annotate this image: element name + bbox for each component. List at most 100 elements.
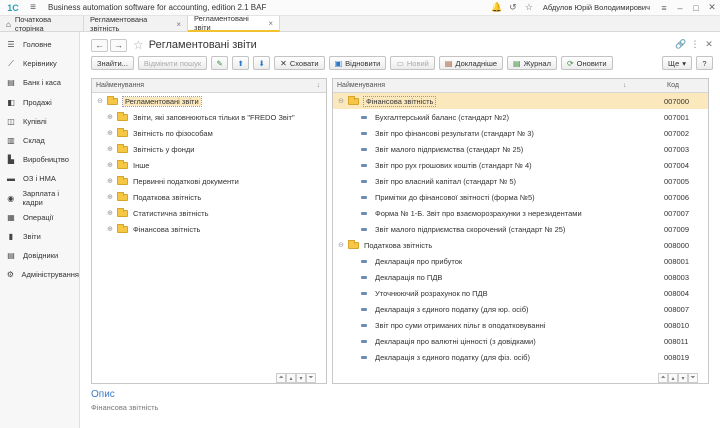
report-row[interactable]: Звіт малого підприємства (стандарт № 25)…	[333, 141, 708, 157]
report-row[interactable]: Звіт малого підприємства скорочений (ста…	[333, 221, 708, 237]
tree-row[interactable]: ⊕ Звіти, які заповнюються тільки в "FREDO…	[92, 109, 326, 125]
tab-reg-reports[interactable]: Регламентовані звіти ×	[188, 14, 280, 32]
forward-button[interactable]: →	[110, 38, 127, 52]
report-row[interactable]: Звіт про рух грошових коштів (стандарт №…	[333, 157, 708, 173]
tree-row[interactable]: ⊕ Фінансова звітність	[92, 221, 326, 237]
tree-root-row[interactable]: ⊖ Регламентовані звіти	[92, 93, 326, 109]
minimize-icon[interactable]: –	[672, 3, 688, 13]
tree-row[interactable]: ⊕ Статистична звітність	[92, 205, 326, 221]
tree-row[interactable]: ⊕ Податкова звітність	[92, 189, 326, 205]
sidebar-item-manager[interactable]: ⟋ Керівнику	[0, 54, 79, 73]
tree-row[interactable]: ⊕ Інше	[92, 157, 326, 173]
report-row[interactable]: Примітки до фінансової звітності (форма …	[333, 189, 708, 205]
sidebar-item-purchases[interactable]: ◫ Купівлі	[0, 112, 79, 131]
scroll-down-button[interactable]: ▾	[678, 373, 688, 383]
help-button[interactable]: ?	[696, 56, 713, 70]
tree-row[interactable]: ⊕ Первинні податкові документи	[92, 173, 326, 189]
refresh-button[interactable]: ⟳ Оновити	[560, 56, 613, 70]
edit-button[interactable]: ✎	[211, 56, 229, 70]
cancel-search-button[interactable]: Відмінити пошук	[137, 56, 208, 70]
more-vertical-icon[interactable]: ⋮	[688, 39, 702, 50]
move-down-button[interactable]: ⬇	[253, 56, 271, 70]
user-name[interactable]: Абдулов Юрій Володимирович	[543, 3, 650, 12]
sidebar-item-operations[interactable]: ▦ Операції	[0, 208, 79, 227]
column-header-name[interactable]: Найменування	[92, 82, 144, 89]
tab-home[interactable]: ⌂ Початкова сторінка	[0, 15, 84, 33]
expand-icon[interactable]: ⊕	[106, 177, 114, 185]
find-button[interactable]: Знайти...	[91, 56, 134, 70]
scroll-top-button[interactable]: ⏶	[658, 373, 668, 383]
sidebar-item-sales[interactable]: ◧ Продажі	[0, 93, 79, 112]
back-button[interactable]: ←	[91, 38, 108, 52]
report-row[interactable]: Декларація по ПДВ 008003	[333, 269, 708, 285]
report-row[interactable]: Декларація про валютні цінності (з довід…	[333, 333, 708, 349]
group-row[interactable]: ⊖ Податкова звітність 008000	[333, 237, 708, 253]
move-up-button[interactable]: ⬆	[232, 56, 250, 70]
report-row[interactable]: Звіт про суми отриманих пільг в оподатко…	[333, 317, 708, 333]
sidebar-item-assets[interactable]: ▬ ОЗ і НМА	[0, 169, 79, 188]
link-icon[interactable]: 🔗	[674, 39, 688, 50]
history-icon[interactable]: ↺	[505, 2, 521, 13]
scroll-bottom-button[interactable]: ⏷	[306, 373, 316, 383]
scroll-up-button[interactable]: ▴	[668, 373, 678, 383]
hamburger-menu-icon[interactable]: ≡	[26, 2, 40, 13]
collapse-icon[interactable]: ⊖	[96, 97, 104, 105]
sidebar-item-bank[interactable]: ▤ Банк і каса	[0, 73, 79, 92]
expand-icon[interactable]: ⊕	[106, 113, 114, 121]
star-icon[interactable]: ☆	[521, 2, 537, 13]
column-header-name[interactable]: Найменування	[333, 82, 385, 89]
sidebar-item-reports[interactable]: ▮ Звіти	[0, 227, 79, 246]
sidebar-item-production[interactable]: ▙ Виробництво	[0, 150, 79, 169]
report-row[interactable]: Бухгалтерський баланс (стандарт №2) 00700…	[333, 109, 708, 125]
sidebar-item-warehouse[interactable]: ▥ Склад	[0, 131, 79, 150]
bell-icon[interactable]: 🔔	[489, 2, 505, 13]
details-button[interactable]: ▤ Докладніше	[438, 56, 504, 70]
report-row[interactable]: Декларація про прибуток 008001	[333, 253, 708, 269]
report-row[interactable]: Звіт про фінансові результати (стандарт …	[333, 125, 708, 141]
expand-icon[interactable]: ⊕	[106, 161, 114, 169]
sidebar-item-directories[interactable]: ▤ Довідники	[0, 246, 79, 265]
report-row[interactable]: Звіт про власний капітал (стандарт № 5) 0…	[333, 173, 708, 189]
report-row[interactable]: Декларація з єдиного податку (для фіз. о…	[333, 349, 708, 365]
maximize-icon[interactable]: □	[688, 3, 704, 13]
expand-icon[interactable]: ⊕	[106, 209, 114, 217]
close-icon[interactable]: ✕	[702, 39, 716, 50]
tree-row[interactable]: ⊕ Звітність по фізособам	[92, 125, 326, 141]
sidebar-item-salary[interactable]: ◉ Зарплата і кадри	[0, 189, 79, 208]
sort-arrow-icon[interactable]: ↓	[317, 82, 321, 89]
hide-button[interactable]: ✕ Сховати	[274, 56, 325, 70]
group-row[interactable]: ⊖ Фінансова звітність 007000	[333, 93, 708, 109]
report-row[interactable]: Декларація з єдиного податку (для юр. ос…	[333, 301, 708, 317]
scroll-top-button[interactable]: ⏶	[276, 373, 286, 383]
sort-arrow-icon[interactable]: ↓	[623, 82, 627, 89]
sidebar-item-admin[interactable]: ⚙ Адміністрування	[0, 265, 79, 284]
column-header-code[interactable]: Код	[667, 82, 679, 89]
close-icon[interactable]: ×	[176, 20, 181, 29]
restore-button[interactable]: ▣ Відновити	[328, 56, 387, 70]
close-icon[interactable]: ✕	[704, 2, 720, 13]
reports-list-panel: Найменування ↓ Код ⊖ Фінансова звітність 0…	[332, 78, 709, 384]
tab-reg-reporting[interactable]: Регламентована звітність ×	[84, 15, 188, 33]
expand-icon[interactable]: ⊕	[106, 145, 114, 153]
scroll-up-button[interactable]: ▴	[286, 373, 296, 383]
report-doc-icon	[361, 131, 367, 135]
collapse-icon[interactable]: ⊖	[337, 97, 345, 105]
collapse-icon[interactable]: ⊖	[337, 241, 345, 249]
new-button[interactable]: ▭ Новий	[390, 56, 435, 70]
expand-icon[interactable]: ⊕	[106, 225, 114, 233]
close-icon[interactable]: ×	[268, 19, 273, 28]
scroll-down-button[interactable]: ▾	[296, 373, 306, 383]
tree-row[interactable]: ⊕ Звітність у фонди	[92, 141, 326, 157]
journal-button[interactable]: ▤ Журнал	[507, 56, 557, 70]
expand-icon[interactable]: ⊕	[106, 129, 114, 137]
scroll-bottom-button[interactable]: ⏷	[688, 373, 698, 383]
favorite-star-icon[interactable]: ☆	[133, 38, 144, 52]
report-row[interactable]: Форма № 1-Б. Звіт про взаєморозрахунки з…	[333, 205, 708, 221]
expand-icon[interactable]: ⊕	[106, 193, 114, 201]
tree-label: Статистична звітність	[133, 208, 209, 218]
settings-icon[interactable]: ≡	[656, 3, 672, 13]
report-row[interactable]: Уточнюючий розрахунок по ПДВ 008004	[333, 285, 708, 301]
sidebar-item-main[interactable]: ☰ Головне	[0, 35, 79, 54]
more-button[interactable]: Ще ▾	[662, 56, 692, 70]
folder-icon	[117, 207, 128, 217]
